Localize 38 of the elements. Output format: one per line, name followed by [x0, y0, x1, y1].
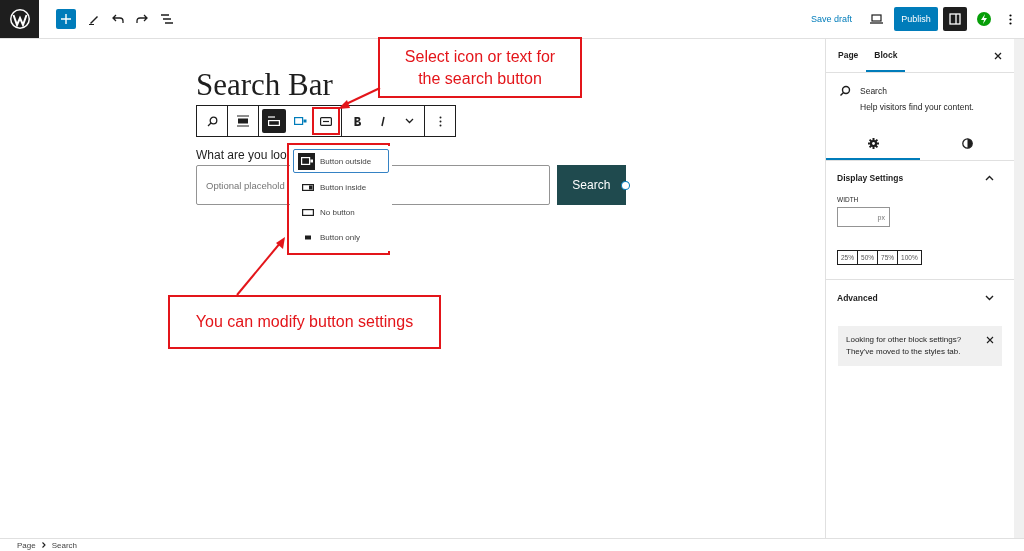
menu-item[interactable]: Button only	[293, 227, 389, 248]
notice-text: Looking for other block settings? They've moved to the styles tab.	[846, 334, 963, 358]
panel-header[interactable]: Display Settings	[826, 161, 1014, 195]
add-block-button[interactable]	[56, 9, 76, 29]
menu-item[interactable]: No button	[293, 202, 389, 223]
panel-icon	[949, 13, 961, 25]
arrow	[236, 237, 285, 296]
wordpress-logo[interactable]	[0, 0, 39, 38]
button-position-icon[interactable]	[262, 109, 286, 133]
sidebar-toggle-button[interactable]	[943, 7, 967, 31]
search-button[interactable]: Search	[556, 165, 627, 205]
sidebar-tab[interactable]: Block	[866, 39, 906, 72]
annotation-callout: Select icon or text for the search button	[378, 37, 582, 98]
breadcrumb-item[interactable]: Page	[17, 540, 36, 550]
sidebar-tab[interactable]: Page	[830, 39, 867, 72]
chevron-up-icon	[985, 175, 994, 181]
highlight-frame	[312, 107, 340, 135]
page-title[interactable]: Search Bar	[196, 67, 333, 103]
block-name: Search	[860, 85, 888, 97]
plus-icon	[61, 14, 71, 24]
arrow	[338, 87, 381, 109]
menu-item[interactable]: Button outside	[293, 149, 389, 173]
chevron-right-icon	[41, 542, 46, 548]
publish-button[interactable]: Publish	[894, 7, 938, 31]
panel-header[interactable]: Advanced	[826, 280, 1014, 316]
search-label: What are you loo	[196, 147, 287, 163]
close-icon[interactable]	[986, 336, 994, 344]
breadcrumb-item[interactable]: Search	[51, 540, 78, 550]
button-outside-icon	[298, 152, 315, 170]
search-icon	[839, 85, 851, 97]
chevron-down-icon	[985, 295, 994, 301]
block-description: Help visitors find your content.	[860, 101, 974, 113]
close-icon[interactable]	[994, 51, 1002, 60]
bolt-icon[interactable]	[974, 9, 994, 29]
resize-handle[interactable]	[621, 180, 630, 190]
annotation-callout: You can modify button settings	[168, 295, 441, 349]
save-draft-link[interactable]: Save draft	[810, 14, 852, 24]
menu-item[interactable]: Button inside	[293, 177, 389, 198]
